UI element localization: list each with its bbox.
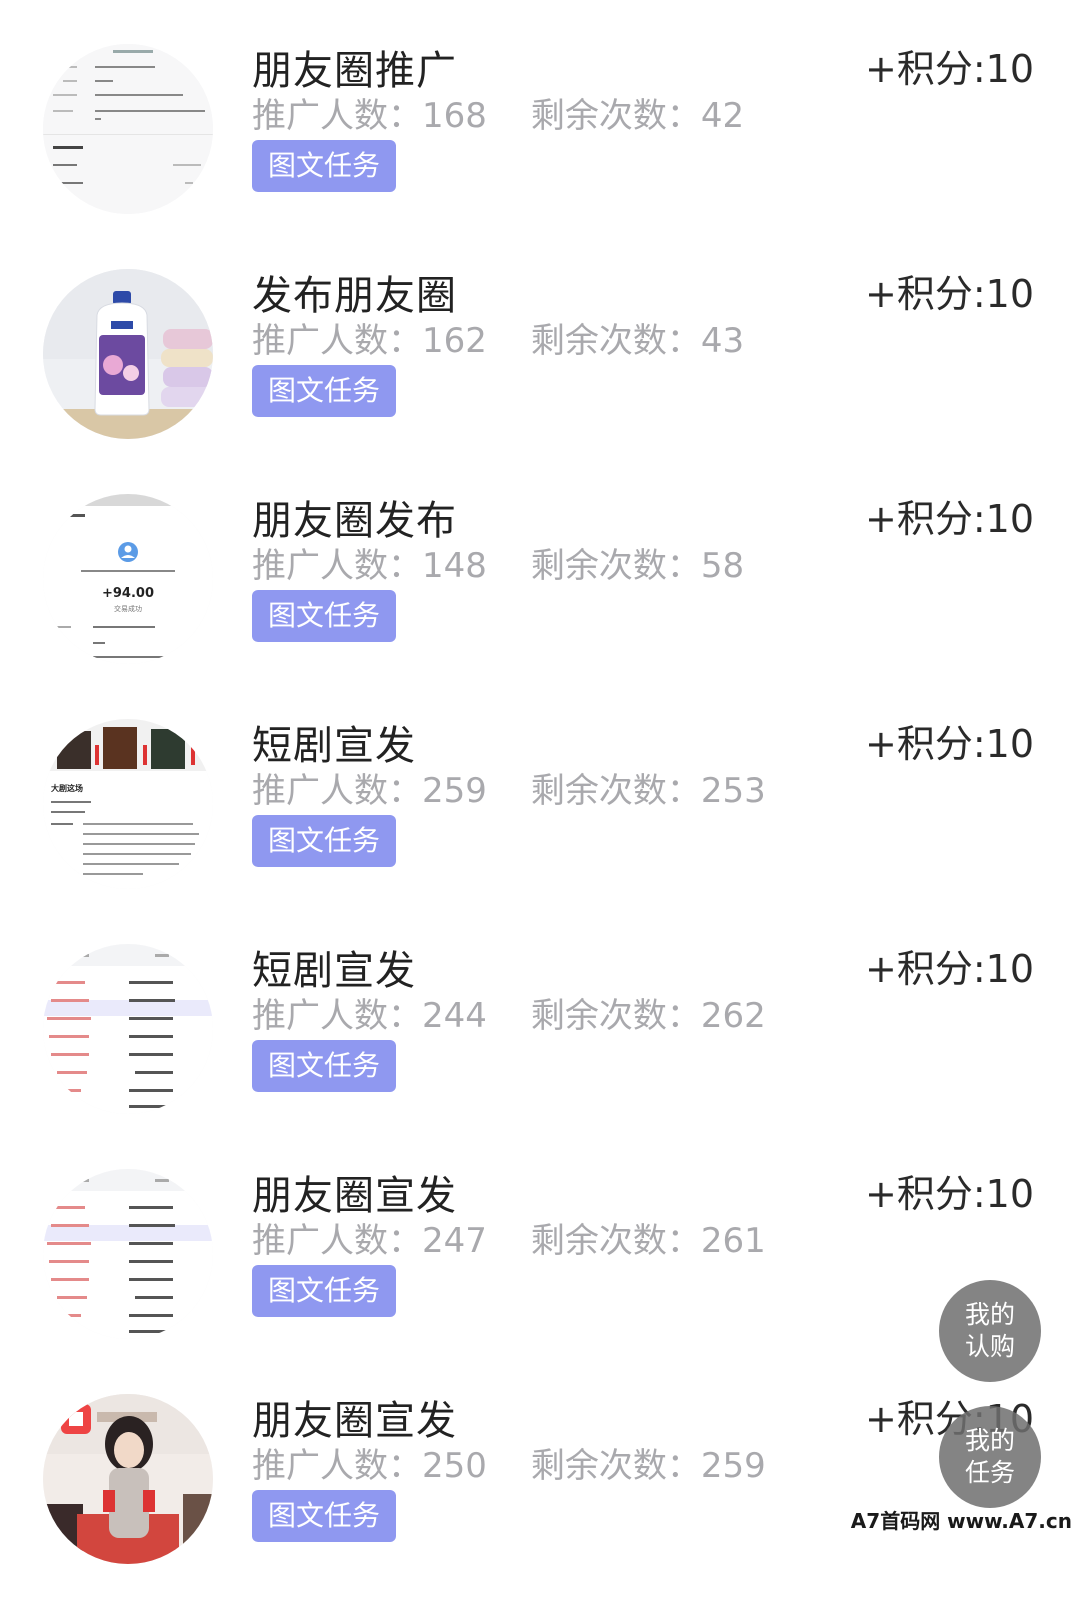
remaining-count: 262 xyxy=(700,996,766,1036)
remaining-label: 剩余次数： xyxy=(530,1446,701,1486)
task-item[interactable]: 朋友圈宣发 推广人数：247 剩余次数：261 图文任务 +积分:10 xyxy=(0,1169,1080,1394)
watermark: A7首码网 www.A7.cn xyxy=(850,1509,1072,1533)
task-thumbnail-person xyxy=(43,1394,213,1564)
task-stats: 推广人数：247 剩余次数：261 xyxy=(252,1213,766,1262)
promoters-label: 推广人数： xyxy=(252,96,422,136)
remaining-count: 43 xyxy=(700,321,745,361)
task-item[interactable]: 大剧这场 短剧宣发 推广人数：259 剩余次数：253 图文任务 +积分:10 xyxy=(0,719,1080,944)
fab-label-line2: 认购 xyxy=(964,1332,1015,1361)
remaining-count: 261 xyxy=(700,1221,766,1261)
my-subscriptions-button[interactable]: 我的 认购 xyxy=(939,1280,1041,1382)
promoters-label: 推广人数： xyxy=(252,771,422,811)
remaining-label: 剩余次数： xyxy=(530,1221,701,1261)
remaining-label: 剩余次数： xyxy=(530,321,701,361)
task-type-tag[interactable]: 图文任务 xyxy=(252,1040,396,1092)
fab-label-line1: 我的 xyxy=(964,1300,1015,1329)
task-points: +积分:10 xyxy=(865,947,1034,991)
task-type-tag[interactable]: 图文任务 xyxy=(252,1265,396,1317)
promoters-count: 259 xyxy=(422,771,487,811)
task-item[interactable]: 朋友圈推广 推广人数：168 剩余次数：42 图文任务 +积分:10 xyxy=(0,44,1080,269)
remaining-label: 剩余次数： xyxy=(530,771,701,811)
task-stats: 推广人数：250 剩余次数：259 xyxy=(252,1438,766,1487)
task-stats: 推广人数：162 剩余次数：43 xyxy=(252,313,744,362)
task-thumbnail-table xyxy=(43,1169,213,1339)
promoters-count: 250 xyxy=(422,1446,487,1486)
promoters-count: 168 xyxy=(422,96,487,136)
transaction-status: 交易成功 xyxy=(114,604,142,613)
task-item[interactable]: +94.00 交易成功 朋友圈发布 推广人数：148 剩余次数：58 图文任务 +… xyxy=(0,494,1080,719)
task-thumbnail-table xyxy=(43,944,213,1114)
task-type-tag[interactable]: 图文任务 xyxy=(252,365,396,417)
promoters-count: 162 xyxy=(422,321,487,361)
task-item[interactable]: 发布朋友圈 推广人数：162 剩余次数：43 图文任务 +积分:10 xyxy=(0,269,1080,494)
task-type-tag[interactable]: 图文任务 xyxy=(252,815,396,867)
promoters-label: 推广人数： xyxy=(252,1221,422,1261)
task-thumbnail-product xyxy=(43,269,213,439)
drama-heading: 大剧这场 xyxy=(51,783,83,793)
task-stats: 推广人数：168 剩余次数：42 xyxy=(252,88,744,137)
remaining-label: 剩余次数： xyxy=(530,546,701,586)
remaining-label: 剩余次数： xyxy=(530,96,701,136)
task-item[interactable]: 短剧宣发 推广人数：244 剩余次数：262 图文任务 +积分:10 xyxy=(0,944,1080,1169)
promoters-count: 148 xyxy=(422,546,487,586)
task-points: +积分:10 xyxy=(865,722,1034,766)
remaining-label: 剩余次数： xyxy=(530,996,701,1036)
task-stats: 推广人数：148 剩余次数：58 xyxy=(252,538,744,587)
task-stats: 推广人数：259 剩余次数：253 xyxy=(252,763,766,812)
remaining-count: 42 xyxy=(700,96,745,136)
my-tasks-button[interactable]: 我的 任务 xyxy=(939,1406,1041,1508)
task-points: +积分:10 xyxy=(865,497,1034,541)
remaining-count: 58 xyxy=(700,546,745,586)
promoters-count: 247 xyxy=(422,1221,487,1261)
promoters-label: 推广人数： xyxy=(252,546,422,586)
task-thumbnail-drama: 大剧这场 xyxy=(43,719,213,889)
transaction-amount: +94.00 xyxy=(102,586,154,601)
task-points: +积分:10 xyxy=(865,272,1034,316)
task-thumbnail-transaction: +94.00 交易成功 xyxy=(43,494,213,664)
remaining-count: 253 xyxy=(700,771,766,811)
task-type-tag[interactable]: 图文任务 xyxy=(252,1490,396,1542)
task-points: +积分:10 xyxy=(865,47,1034,91)
task-thumbnail-receipt xyxy=(43,44,213,214)
promoters-label: 推广人数： xyxy=(252,321,422,361)
task-points: +积分:10 xyxy=(865,1172,1034,1216)
task-type-tag[interactable]: 图文任务 xyxy=(252,590,396,642)
promoters-count: 244 xyxy=(422,996,487,1036)
fab-label-line1: 我的 xyxy=(964,1426,1015,1455)
task-stats: 推广人数：244 剩余次数：262 xyxy=(252,988,766,1037)
task-type-tag[interactable]: 图文任务 xyxy=(252,140,396,192)
promoters-label: 推广人数： xyxy=(252,1446,422,1486)
fab-label-line2: 任务 xyxy=(964,1458,1015,1487)
remaining-count: 259 xyxy=(700,1446,766,1486)
promoters-label: 推广人数： xyxy=(252,996,422,1036)
